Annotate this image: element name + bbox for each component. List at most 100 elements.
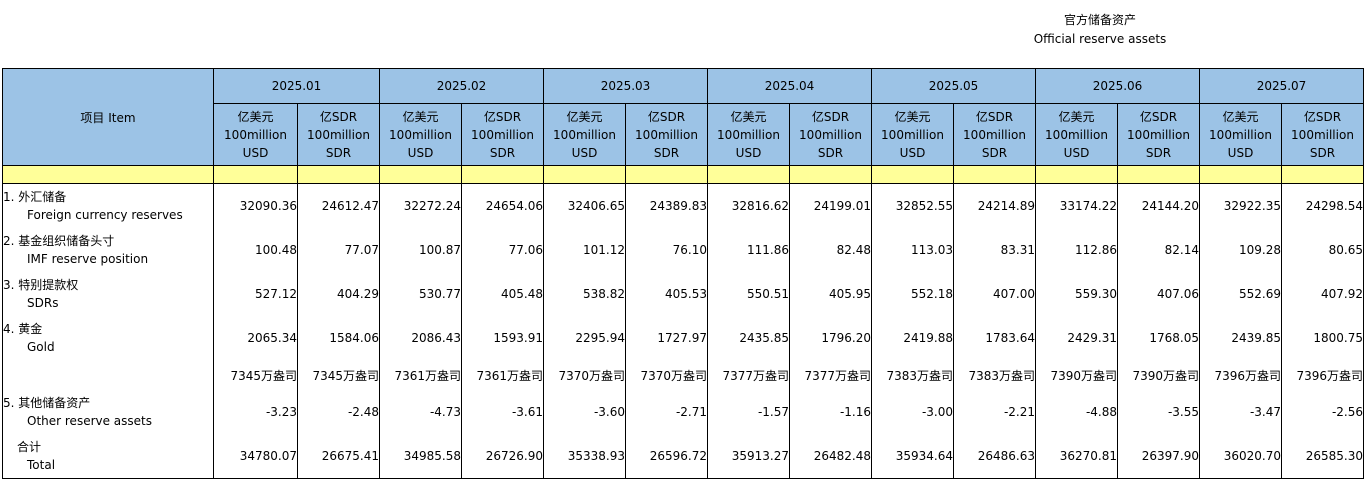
value-cell: 80.65 [1281,228,1364,272]
unit-line: 100million [224,127,287,142]
value-cell: 7383万盎司 [871,360,954,390]
unit-line: 亿美元 [402,109,439,124]
row-label-zh: 1. 外汇储备 [3,190,67,204]
unit-line: 100million [389,127,452,142]
table-row: 7345万盎司 7345万盎司 7361万盎司 7361万盎司 7370万盎司 7370万… [2,360,1364,390]
unit-line: USD [571,145,598,160]
value-cell: 32816.62 [707,183,790,228]
value-cell: 26675.41 [297,434,380,479]
unit-line: 100million [963,127,1026,142]
value-cell: 34780.07 [213,434,298,479]
value-cell: 405.53 [625,272,708,316]
value-cell: 7377万盎司 [789,360,872,390]
value-cell: 24199.01 [789,183,872,228]
value-cell: 407.92 [1281,272,1364,316]
value-cell: 24612.47 [297,183,380,228]
unit-line: 100million [553,127,616,142]
unit-line: 100million [471,127,534,142]
value-cell: 35338.93 [543,434,626,479]
unit-line: 100million [881,127,944,142]
row-label: 合计 Total [2,434,214,479]
value-cell: 2435.85 [707,316,790,360]
unit-line: SDR [817,145,844,160]
value-cell: 101.12 [543,228,626,272]
value-cell: -4.88 [1035,390,1118,434]
value-cell: 100.87 [379,228,462,272]
value-cell: 32090.36 [213,183,298,228]
value-cell: -3.60 [543,390,626,434]
title-en: Official reserve assets [1033,32,1167,46]
unit-line: 100million [717,127,780,142]
table-row: 合计 Total 34780.07 26675.41 34985.58 26726.90 3… [2,434,1364,479]
unit-line: 亿美元 [730,109,767,124]
month-header-row: 项目 Item 2025.01 2025.02 2025.03 2025.04 … [2,68,1364,166]
value-cell: 2086.43 [379,316,462,360]
value-cell: 26397.90 [1117,434,1200,479]
value-cell: 82.48 [789,228,872,272]
row-label: 3. 特别提款权 SDRs [2,272,214,316]
unit-sdr-header: 亿SDR 100million SDR [625,103,708,166]
reserve-assets-table: 项目 Item 2025.01 2025.02 2025.03 2025.04 … [2,68,1364,479]
month-header: 2025.02 [379,68,544,104]
unit-usd-header: 亿美元 100million USD [1035,103,1118,166]
unit-line: USD [242,145,269,160]
row-label-en: Other reserve assets [27,414,153,428]
value-cell: 1727.97 [625,316,708,360]
unit-sdr-header: 亿SDR 100million SDR [953,103,1036,166]
unit-line: 亿SDR [811,109,850,124]
value-cell: 7345万盎司 [297,360,380,390]
unit-line: 亿SDR [319,109,358,124]
value-cell: -3.55 [1117,390,1200,434]
row-label-zh: 5. 其他储备资产 [3,396,91,410]
value-cell: 36270.81 [1035,434,1118,479]
value-cell: 26482.48 [789,434,872,479]
value-cell: 407.06 [1117,272,1200,316]
row-label: 1. 外汇储备 Foreign currency reserves [2,183,214,228]
unit-line: SDR [1145,145,1172,160]
value-cell: -3.61 [461,390,544,434]
value-cell: 77.07 [297,228,380,272]
unit-usd-header: 亿美元 100million USD [1199,103,1282,166]
unit-line: 亿美元 [1058,109,1095,124]
row-label [2,360,214,390]
unit-line: SDR [653,145,680,160]
value-cell: 24389.83 [625,183,708,228]
unit-line: 亿SDR [483,109,522,124]
unit-line: 100million [635,127,698,142]
value-cell: 405.48 [461,272,544,316]
value-cell: 552.69 [1199,272,1282,316]
value-cell: 7345万盎司 [213,360,298,390]
value-cell: -1.57 [707,390,790,434]
value-cell: 36020.70 [1199,434,1282,479]
value-cell: 7370万盎司 [543,360,626,390]
month-header: 2025.04 [707,68,872,104]
value-cell: 405.95 [789,272,872,316]
unit-usd-header: 亿美元 100million USD [379,103,462,166]
value-cell: 24214.89 [953,183,1036,228]
value-cell: 1584.06 [297,316,380,360]
value-cell: 527.12 [213,272,298,316]
value-cell: 7370万盎司 [625,360,708,390]
unit-line: 100million [1045,127,1108,142]
unit-sdr-header: 亿SDR 100million SDR [1117,103,1200,166]
value-cell: 109.28 [1199,228,1282,272]
value-cell: 26726.90 [461,434,544,479]
table-row: 4. 黄金 Gold 2065.34 1584.06 2086.43 1593.91 229… [2,316,1364,360]
value-cell: 404.29 [297,272,380,316]
value-cell: 24144.20 [1117,183,1200,228]
value-cell: -3.47 [1199,390,1282,434]
value-cell: 32406.65 [543,183,626,228]
value-cell: 35913.27 [707,434,790,479]
row-label-zh: 合计 [17,440,42,454]
unit-sdr-header: 亿SDR 100million SDR [789,103,872,166]
row-label-zh: 4. 黄金 [3,322,43,336]
value-cell: 32852.55 [871,183,954,228]
unit-line: 亿SDR [1303,109,1342,124]
value-cell: 7396万盎司 [1199,360,1282,390]
value-cell: -3.23 [213,390,298,434]
month-header: 2025.01 [213,68,380,104]
value-cell: 2419.88 [871,316,954,360]
unit-line: 100million [1291,127,1354,142]
unit-line: 100million [1209,127,1272,142]
month-header: 2025.07 [1199,68,1364,104]
